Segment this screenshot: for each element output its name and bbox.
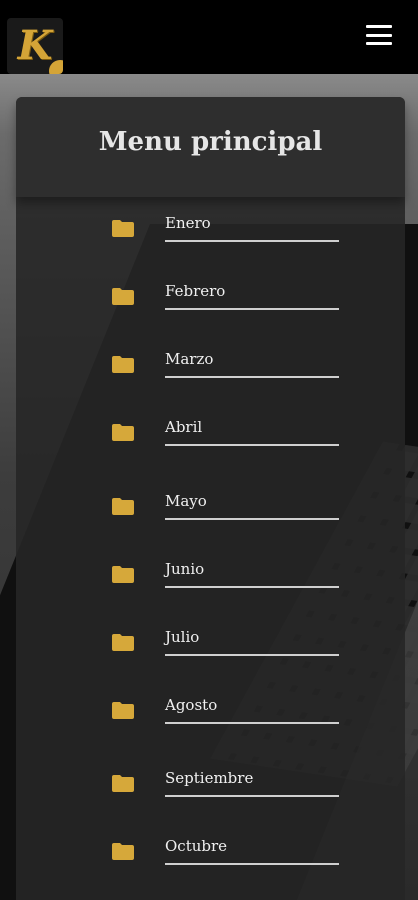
folder-icon [112, 775, 134, 792]
menu-item-febrero[interactable]: Febrero [16, 282, 405, 322]
folder-icon [112, 498, 134, 515]
menu-item-mayo[interactable]: Mayo [16, 492, 405, 532]
folder-icon [112, 566, 134, 583]
folder-icon [112, 356, 134, 373]
item-underline [165, 795, 339, 797]
logo-letter: K [17, 22, 53, 69]
menu-item-enero[interactable]: Enero [16, 214, 405, 254]
item-underline [165, 586, 339, 588]
menu-item-agosto[interactable]: Agosto [16, 696, 405, 736]
hamburger-bar [366, 42, 392, 45]
menu-item-label: Abril [165, 418, 203, 436]
hamburger-bar [366, 25, 392, 28]
menu-item-label: Julio [165, 628, 200, 646]
panel-header: Menu principal [16, 97, 405, 197]
hamburger-menu-icon[interactable] [366, 25, 392, 45]
item-underline [165, 308, 339, 310]
menu-item-label: Enero [165, 214, 211, 232]
folder-icon [112, 288, 134, 305]
folder-icon [112, 843, 134, 860]
menu-item-label: Septiembre [165, 769, 254, 787]
item-underline [165, 722, 339, 724]
brand-logo[interactable]: K [7, 18, 63, 74]
menu-item-julio[interactable]: Julio [16, 628, 405, 668]
item-underline [165, 654, 339, 656]
folder-icon [112, 220, 134, 237]
item-underline [165, 240, 339, 242]
menu-item-label: Agosto [165, 696, 218, 714]
menu-item-label: Mayo [165, 492, 207, 510]
menu-item-marzo[interactable]: Marzo [16, 350, 405, 390]
item-underline [165, 376, 339, 378]
folder-icon [112, 702, 134, 719]
main-menu-panel: Menu principal Enero Febrero Marzo Abril… [16, 97, 405, 900]
menu-item-label: Junio [165, 560, 205, 578]
menu-item-septiembre[interactable]: Septiembre [16, 769, 405, 809]
page-title: Menu principal [98, 127, 323, 157]
folder-icon [112, 634, 134, 651]
item-underline [165, 518, 339, 520]
top-bar: K [0, 0, 418, 74]
item-underline [165, 444, 339, 446]
item-underline [165, 863, 339, 865]
menu-item-abril[interactable]: Abril [16, 418, 405, 458]
menu-item-junio[interactable]: Junio [16, 560, 405, 600]
folder-icon [112, 424, 134, 441]
menu-item-label: Febrero [165, 282, 226, 300]
hamburger-bar [366, 33, 392, 37]
menu-item-label: Marzo [165, 350, 214, 368]
menu-item-label: Octubre [165, 837, 228, 855]
menu-item-octubre[interactable]: Octubre [16, 837, 405, 877]
